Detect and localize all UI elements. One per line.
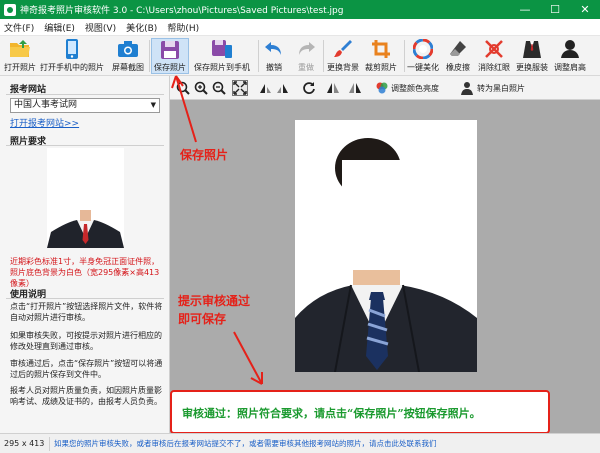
status-bar: 295 x 413 如果您的照片审核失败，或者审核后在报考网站提交不了，或者需要… — [0, 433, 600, 453]
annotation-arrows — [171, 75, 263, 385]
audit-result-message: 审核通过：照片符合要求，请点击“保存照片”按钮保存照片。 — [182, 407, 481, 420]
audit-result-box: 审核通过：照片符合要求，请点击“保存照片”按钮保存照片。 — [170, 390, 550, 434]
pass-hint-annotation-line1: 提示审核通过 — [178, 294, 251, 308]
contact-us-link[interactable]: 如果您的照片审核失败，或者审核后在报考网站提交不了，或者需要审核其他报考网站的照… — [50, 438, 437, 449]
image-size-readout: 295 x 413 — [0, 436, 50, 451]
pass-hint-annotation-line2: 即可保存 — [178, 312, 227, 326]
